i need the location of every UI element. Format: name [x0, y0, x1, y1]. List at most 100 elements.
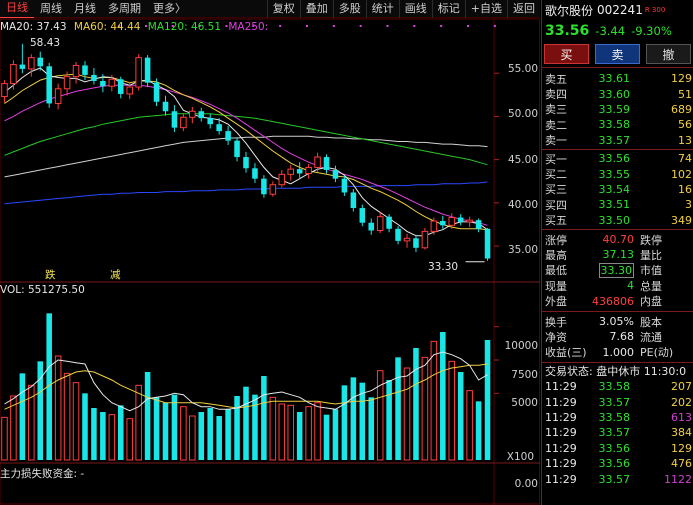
eps-value: 1.000 [602, 345, 635, 359]
stats-key: 股本 [640, 315, 662, 329]
summary-row: 外盘 436806 内盘 [542, 293, 693, 309]
bid-volume: 349 [671, 213, 692, 227]
candle-body [180, 116, 187, 129]
volume-bar [162, 402, 169, 460]
ask-label: 卖四 [545, 88, 567, 102]
volume-axis-label: 7500 [511, 369, 538, 381]
candle-body [189, 110, 196, 118]
low-price-annotation: 33.30 [428, 261, 459, 273]
bid-volume: 102 [671, 167, 692, 181]
price-change-percent: -9.30% [631, 24, 672, 38]
candle-body [430, 220, 438, 232]
ask-price: 33.60 [598, 87, 631, 101]
stats-row: 收益(三) 1.000 PE(动) [542, 345, 693, 360]
tick-price: 33.56 [598, 457, 631, 471]
volume-bar [323, 414, 330, 460]
volume-bar [19, 373, 26, 460]
sell-button[interactable]: 卖 [595, 44, 640, 64]
ask-volume: 13 [678, 133, 692, 147]
candle-body [368, 222, 375, 231]
fundamental-stats: 换手 3.05% 股本 净资 7.68 流通 收益(三) 1.000 PE(动) [542, 314, 693, 360]
tick-volume: 476 [671, 457, 692, 471]
tick-time: 11:29 [545, 426, 577, 440]
bid-price: 33.50 [598, 213, 631, 227]
ask-row: 卖一 33.57 13 [542, 133, 693, 148]
quote-summary: 涨停 40.70 跌停 最高 37.13 量比 最低 33.30 市值 现量 4 总量 外盘 43… [542, 232, 693, 309]
candle-body [341, 178, 348, 193]
cancel-order-button[interactable]: 撤 [646, 44, 691, 64]
candle-body [54, 88, 62, 104]
tick-time: 11:29 [545, 441, 577, 455]
candle-body [475, 220, 482, 229]
volume-bar [341, 385, 348, 460]
summary-key: 跌停 [640, 233, 662, 247]
ma250-legend: MA250: 42.42 [228, 21, 270, 33]
buy-button[interactable]: 买 [544, 44, 589, 64]
volume-bar [305, 406, 312, 461]
limit-up-value: 40.70 [602, 233, 635, 247]
candle-body [305, 166, 312, 174]
net-assets-value: 7.68 [609, 330, 635, 344]
summary-key: 内盘 [640, 295, 662, 309]
tick-volume: 613 [671, 411, 692, 424]
tick-price: 33.57 [598, 426, 631, 440]
funds-indicator-label: 主力损失败资金: - [0, 468, 85, 480]
volume-bar [135, 384, 142, 461]
volume-bar [287, 404, 295, 461]
summary-key: 最低 [545, 264, 567, 278]
stats-row: 换手 3.05% 股本 [542, 314, 693, 329]
volume-bar [332, 409, 339, 460]
volume-bar [243, 386, 249, 460]
tick-row: 11:29 33.57 1122 [542, 471, 693, 486]
ask-row: 卖五 33.61 129 [542, 71, 693, 86]
candle-body [46, 66, 52, 104]
volume-legend: VOL: 551275.50 [0, 284, 85, 296]
bid-label: 买二 [545, 168, 567, 182]
signal-dot [332, 25, 335, 27]
stats-key: 收益(三) [545, 346, 587, 360]
summary-row: 最高 37.13 量比 [542, 247, 693, 262]
candle-body [296, 169, 303, 174]
candle-body [403, 237, 411, 242]
stats-key: 流通 [640, 330, 662, 344]
signal-mark-drop: 跌 [45, 269, 56, 281]
ma60-legend: MA60: 44.44 [73, 21, 141, 33]
candle-body [63, 76, 71, 90]
volume-bar [108, 414, 116, 461]
candle-body [28, 57, 35, 70]
tick-time: 11:29 [545, 380, 577, 394]
price-axis-label: 40.00 [507, 199, 538, 211]
candle-body [376, 216, 384, 232]
tick-list[interactable]: 11:29 33.58 207 11:29 33.57 202 11:29 33.58 61… [542, 379, 693, 487]
volume-bar [484, 340, 491, 460]
candle-body [1, 83, 8, 98]
volume-bar [189, 415, 196, 461]
volume-axis-label: 5000 [511, 397, 538, 409]
tick-time: 11:29 [545, 411, 577, 424]
volume-bar [100, 412, 106, 460]
bid-price: 33.55 [598, 167, 631, 181]
ask-price: 33.59 [598, 102, 631, 116]
ask-row: 卖四 33.60 51 [542, 86, 693, 102]
tick-volume: 1122 [664, 472, 692, 486]
candle-body [448, 217, 456, 226]
ask-volume: 56 [678, 118, 692, 132]
candle-body [126, 86, 133, 95]
candle-body [37, 57, 44, 67]
volume-bar [457, 372, 464, 460]
kline-chart[interactable] [0, 0, 540, 505]
candle-body [108, 78, 116, 87]
bid-volume: 16 [678, 182, 692, 196]
candle-body [395, 228, 401, 241]
moving-average-lines [4, 67, 488, 237]
tick-price: 33.58 [598, 380, 631, 394]
trade-buttons: 买 卖 撤 [542, 44, 693, 64]
tick-time: 11:29 [545, 472, 577, 486]
volume-unit-label: X100 [506, 451, 534, 463]
stock-code: 002241 [597, 3, 643, 17]
price-axis-label: 55.00 [507, 63, 538, 75]
signal-mark-reduce: 减 [110, 269, 121, 281]
volume-bar [117, 405, 124, 460]
volume-series [1, 313, 491, 461]
summary-key: 最高 [545, 249, 567, 262]
